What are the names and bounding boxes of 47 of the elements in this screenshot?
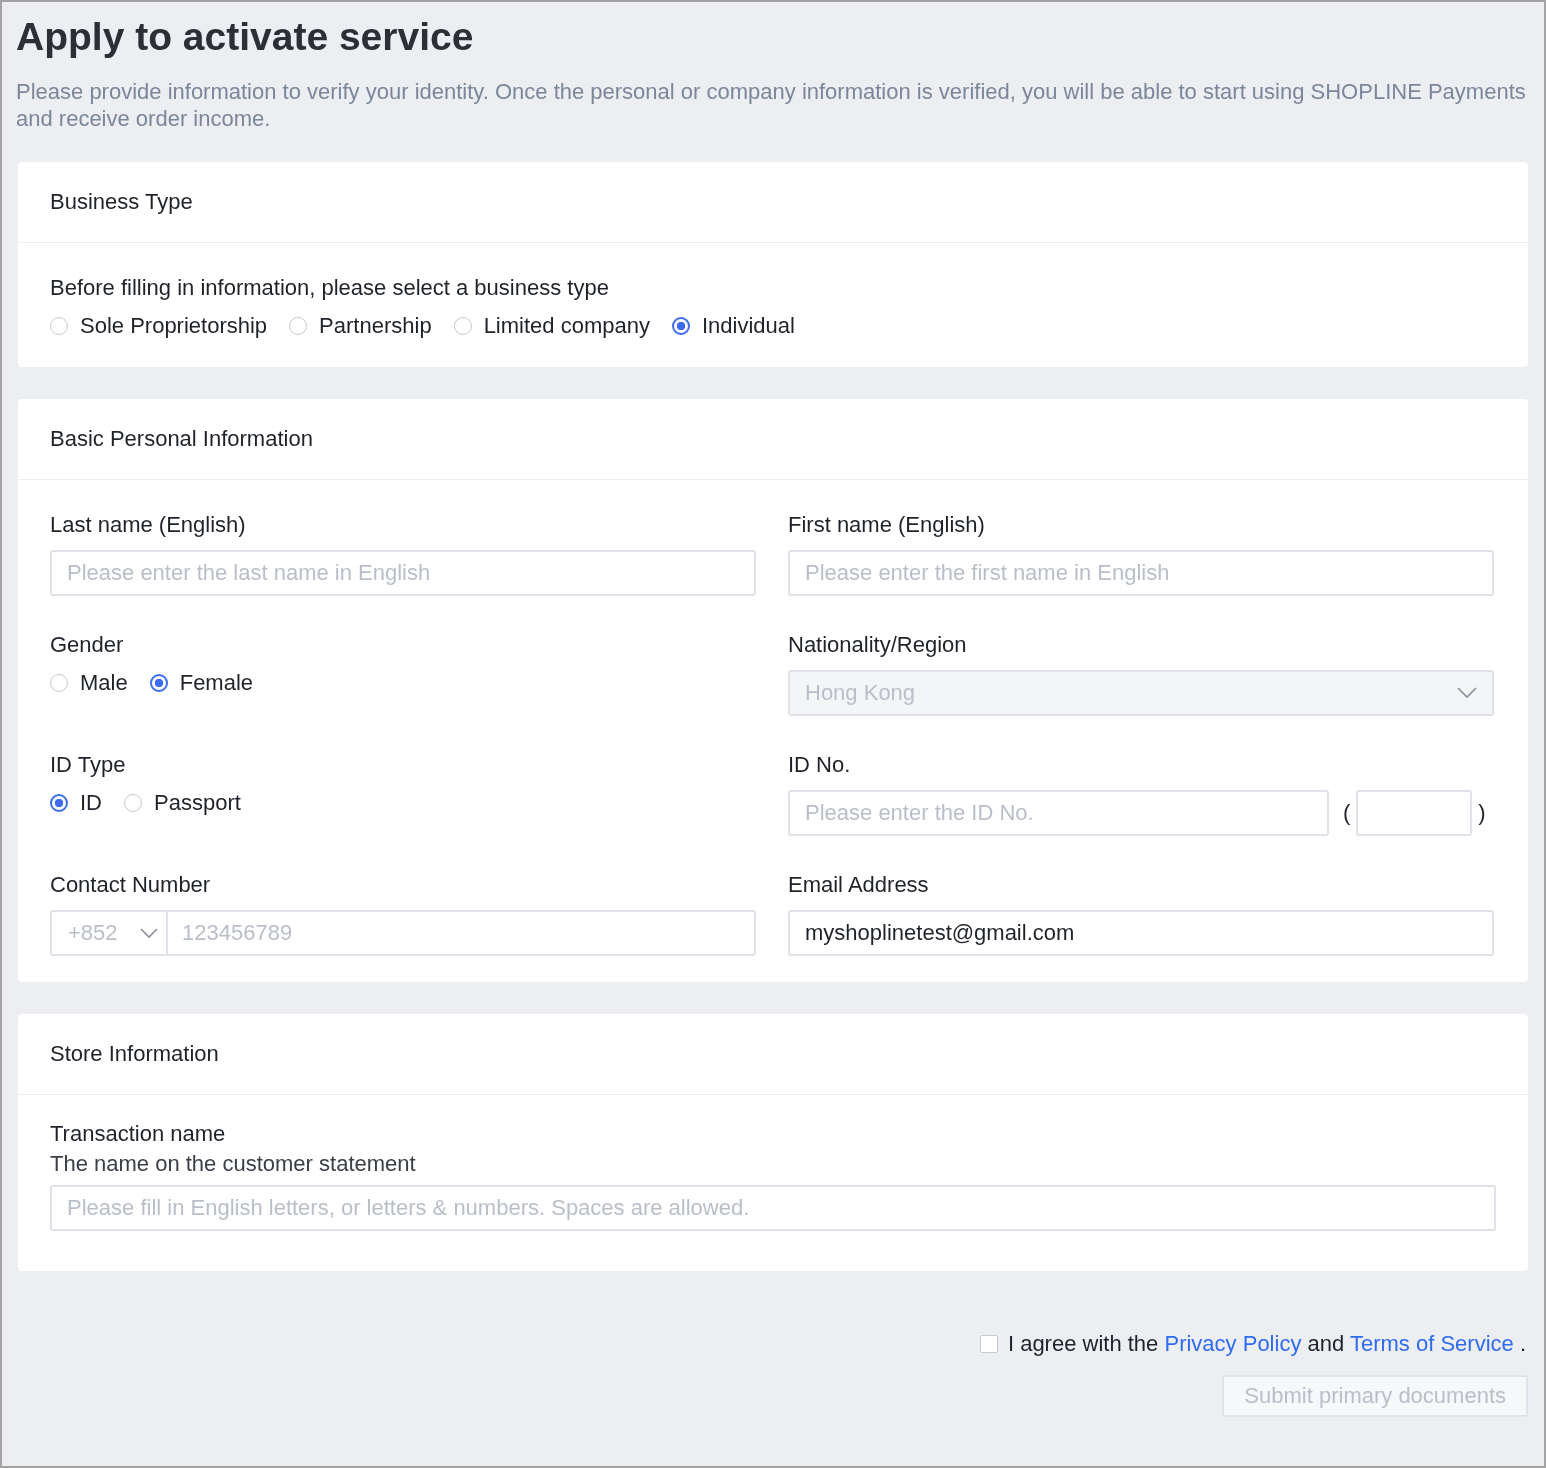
transaction-name-field[interactable]: Please fill in English letters, or letters & numbers. Spaces are allowed.: [50, 1185, 1496, 1231]
chevron-down-icon: [140, 927, 158, 939]
radio-option[interactable]: Male: [50, 670, 128, 696]
check-digit-field[interactable]: [1356, 790, 1473, 836]
radio-option[interactable]: Partnership: [289, 313, 432, 339]
radio-icon[interactable]: [149, 674, 168, 692]
radio-icon[interactable]: [50, 794, 68, 812]
field-label: Gender: [50, 631, 125, 659]
radio-icon[interactable]: [453, 317, 472, 335]
page-title: Apply to activate service: [16, 14, 475, 60]
radio-icon[interactable]: [124, 794, 142, 812]
field-hint: The name on the customer statement: [50, 1151, 417, 1177]
chevron-down-icon: [1457, 687, 1477, 699]
field-label: Before filling in information, please select a business type: [50, 274, 610, 302]
radio-icon[interactable]: [50, 317, 68, 335]
radio-option[interactable]: Passport: [124, 790, 241, 816]
parenthesis: ): [1478, 800, 1486, 826]
radio-option[interactable]: Sole Proprietorship: [50, 313, 268, 339]
id-number-field[interactable]: Please enter the ID No.: [788, 790, 1329, 836]
agreement-checkbox[interactable]: [979, 1335, 998, 1353]
field-label: Contact Number: [50, 871, 212, 899]
field-label: Transaction name: [50, 1120, 227, 1148]
phone-number-field[interactable]: 123456789: [166, 910, 756, 956]
field-label: First name (English): [788, 511, 986, 539]
section-title: Store Information: [50, 1041, 219, 1067]
terms-of-service-link[interactable]: Terms of Service: [1349, 1331, 1514, 1356]
radio-option[interactable]: Individual: [671, 313, 795, 339]
radio-option[interactable]: Female: [149, 670, 254, 696]
page-description: Please provide information to verify your identity. Once the personal or company information is verified, you will be able to start using SHOPLINE Payments and receive order income.: [16, 78, 1527, 132]
field-label: ID No.: [788, 751, 852, 779]
radio-icon[interactable]: [671, 317, 690, 335]
radio-option[interactable]: ID: [50, 790, 102, 816]
email-field[interactable]: myshoplinetest@gmail.com: [788, 910, 1494, 956]
last-name-field[interactable]: Please enter the last name in English: [50, 550, 756, 596]
field-label: ID Type: [50, 751, 127, 779]
radio-icon[interactable]: [50, 674, 68, 692]
field-label: Nationality/Region: [788, 631, 968, 659]
radio-option[interactable]: Limited company: [453, 313, 650, 339]
radio-icon[interactable]: [289, 317, 308, 335]
section-title: Business Type: [50, 189, 193, 215]
section-title: Basic Personal Information: [50, 426, 313, 452]
parenthesis: (: [1343, 800, 1351, 826]
privacy-policy-link[interactable]: Privacy Policy: [1164, 1331, 1302, 1356]
field-label: Last name (English): [50, 511, 247, 539]
first-name-field[interactable]: Please enter the first name in English: [788, 550, 1494, 596]
agreement-text: I agree with the Privacy Policy and Terms of Service .: [1007, 1331, 1526, 1357]
field-label: Email Address: [788, 871, 930, 899]
